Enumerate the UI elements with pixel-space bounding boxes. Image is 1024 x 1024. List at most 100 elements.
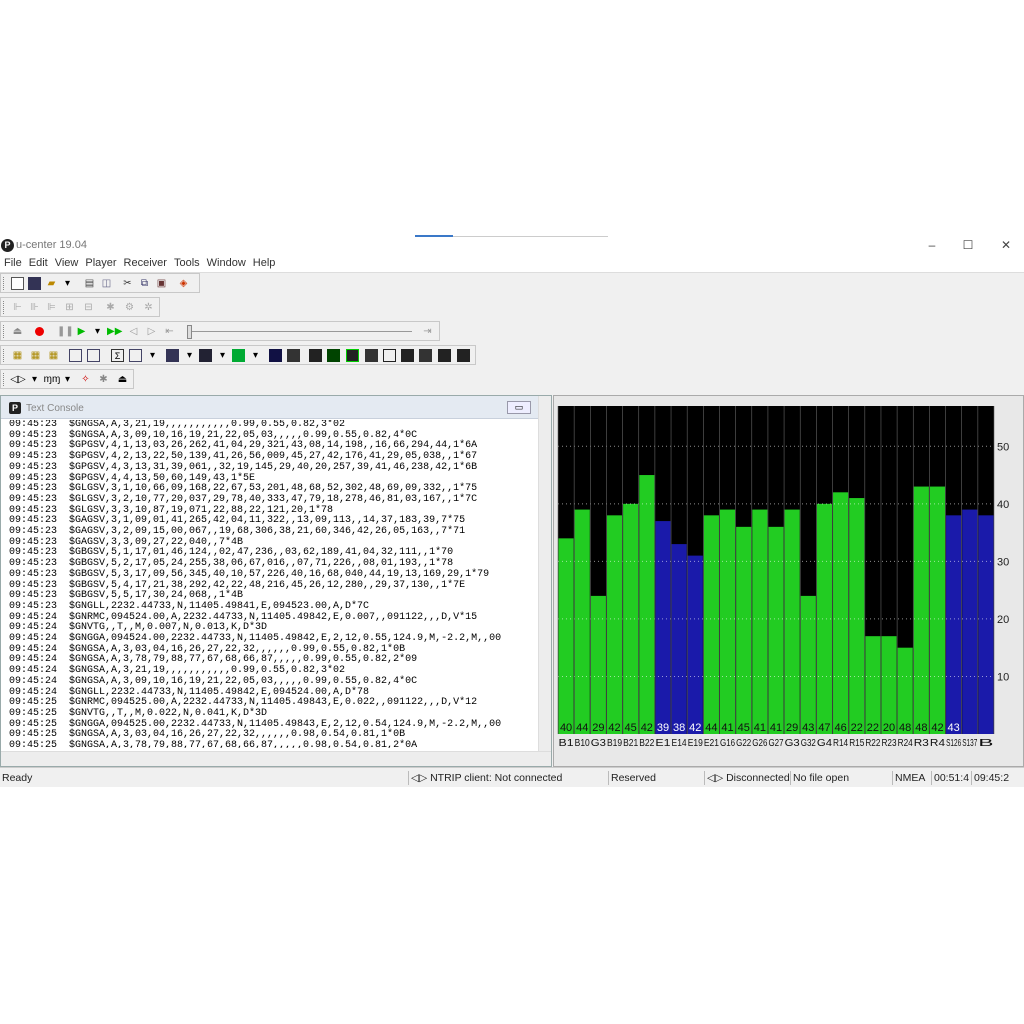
maximize-button[interactable]: ☐ xyxy=(958,237,978,253)
connect-icon[interactable]: ✱ xyxy=(97,373,110,386)
signal-bar-G32[interactable] xyxy=(800,595,816,734)
poll-icon[interactable]: ⊪ xyxy=(28,301,41,314)
signal-bar-G27[interactable] xyxy=(768,526,784,734)
menu-window[interactable]: Window xyxy=(204,255,249,272)
paste-icon[interactable]: ▣ xyxy=(155,277,168,290)
table-view-icon[interactable] xyxy=(129,349,142,362)
map-view-icon[interactable] xyxy=(166,349,179,362)
tracking-icon[interactable] xyxy=(365,349,378,362)
map-dropdown-icon[interactable]: ▾ xyxy=(183,349,196,362)
port-dropdown-icon[interactable]: ▾ xyxy=(28,373,41,386)
chart-dropdown-icon[interactable]: ▾ xyxy=(216,349,229,362)
camera-view-icon[interactable] xyxy=(401,349,414,362)
signal-bar-E14[interactable] xyxy=(671,544,687,734)
nmea-text-output[interactable]: 09:45:23 $GNGSA,A,3,21,19,,,,,,,,,,,0.99… xyxy=(9,420,539,748)
signal-bar-R23[interactable] xyxy=(881,636,897,734)
signal-bar-R15[interactable] xyxy=(849,498,865,734)
signal-bar-G22[interactable] xyxy=(736,526,752,734)
signal-bar-B19[interactable] xyxy=(606,515,623,734)
console-minimize-button[interactable]: ▭ xyxy=(507,401,531,414)
playback-slider-handle[interactable] xyxy=(187,325,192,339)
copy-icon[interactable]: ⧉ xyxy=(138,277,151,290)
signal-bar-E1[interactable] xyxy=(655,521,671,734)
open-folder-icon[interactable]: ▰ xyxy=(45,277,58,290)
message-view-icon[interactable]: ⊩ xyxy=(11,301,24,314)
menu-player[interactable]: Player xyxy=(82,255,119,272)
signal-bar-R14[interactable] xyxy=(833,492,849,734)
new-file-icon[interactable] xyxy=(11,277,24,290)
config-icon[interactable]: ⊫ xyxy=(45,301,58,314)
compass-view-icon[interactable] xyxy=(287,349,300,362)
signal-bar-G26[interactable] xyxy=(752,509,768,734)
signal-bar-S137[interactable] xyxy=(962,509,978,734)
eject-icon[interactable]: ⏏ xyxy=(11,325,24,338)
time-view-icon[interactable] xyxy=(438,349,451,362)
histogram-dropdown-icon[interactable]: ▾ xyxy=(249,349,262,362)
settings-icon[interactable]: ✲ xyxy=(142,301,155,314)
close-button[interactable]: ✕ xyxy=(996,237,1016,253)
console-vertical-scrollbar[interactable] xyxy=(538,396,551,766)
signal-bar-E21[interactable] xyxy=(703,515,719,734)
table-dropdown-icon[interactable]: ▾ xyxy=(146,349,159,362)
menu-view[interactable]: View xyxy=(52,255,82,272)
signal-bar-R3[interactable] xyxy=(913,486,929,734)
print-icon[interactable]: ▤ xyxy=(83,277,96,290)
statistics-icon[interactable]: Σ xyxy=(111,349,124,362)
signal-bar-G3[interactable] xyxy=(590,595,606,734)
voyager-icon[interactable] xyxy=(457,349,470,362)
signal-view-icon[interactable] xyxy=(327,349,340,362)
grid-config-icon[interactable]: ⊞ xyxy=(63,301,76,314)
console-horizontal-scrollbar[interactable] xyxy=(1,751,551,766)
binary-view-icon[interactable] xyxy=(87,349,100,362)
save-icon[interactable] xyxy=(28,277,41,290)
record-icon[interactable] xyxy=(35,327,44,336)
packet-view-icon[interactable] xyxy=(69,349,82,362)
menu-file[interactable]: File xyxy=(1,255,25,272)
com-port-icon[interactable]: ◁▷ xyxy=(10,373,26,386)
signal-bar-G4[interactable] xyxy=(816,503,833,734)
signal-bar-S126[interactable] xyxy=(946,515,962,734)
gear-icon[interactable]: ⚙ xyxy=(123,301,136,314)
signal-bar-E19[interactable] xyxy=(687,555,703,734)
rewind-icon[interactable]: ⇤ xyxy=(163,325,176,338)
dropdown-arrow-icon[interactable]: ▾ xyxy=(61,277,74,290)
satellite-level-icon[interactable] xyxy=(346,349,359,362)
doc-list-icon[interactable]: ▦ xyxy=(29,349,42,362)
autobaud-icon[interactable]: ✧ xyxy=(79,373,92,386)
pause-icon[interactable]: ❚❚ xyxy=(57,325,74,338)
tools-icon[interactable]: ✱ xyxy=(104,301,117,314)
signal-bar-R4[interactable] xyxy=(929,486,946,734)
signal-bar-G16[interactable] xyxy=(719,509,736,734)
playback-slider[interactable] xyxy=(187,331,412,332)
menu-edit[interactable]: Edit xyxy=(26,255,51,272)
menu-tools[interactable]: Tools xyxy=(171,255,203,272)
debug-icon[interactable]: ◈ xyxy=(177,277,190,290)
grid-poll-icon[interactable]: ⊟ xyxy=(82,301,95,314)
signal-bar-B22[interactable] xyxy=(639,475,655,734)
signal-bar-G3[interactable] xyxy=(784,509,800,734)
print-preview-icon[interactable]: ◫ xyxy=(100,277,113,290)
play-icon[interactable]: ▶ xyxy=(75,325,88,338)
doc-table-icon[interactable]: ▦ xyxy=(47,349,60,362)
disconnect-icon[interactable]: ⏏ xyxy=(116,373,129,386)
signal-bar-B[interactable] xyxy=(978,515,994,734)
baudrate-icon[interactable]: ɱɱ xyxy=(43,373,61,386)
doc-view-icon[interactable]: ▦ xyxy=(11,349,24,362)
baudrate-dropdown-icon[interactable]: ▾ xyxy=(61,373,74,386)
histogram-view-icon[interactable] xyxy=(232,349,245,362)
signal-bar-B1[interactable] xyxy=(558,538,574,734)
menu-help[interactable]: Help xyxy=(250,255,279,272)
data-view-icon[interactable] xyxy=(383,349,396,362)
step-back-icon[interactable]: ◁ xyxy=(127,325,140,338)
fast-forward-icon[interactable]: ▶▶ xyxy=(107,325,122,338)
sky-view-icon[interactable] xyxy=(269,349,282,362)
play-dropdown-icon[interactable]: ▾ xyxy=(91,325,104,338)
cut-icon[interactable]: ✂ xyxy=(121,277,134,290)
deviation-map-icon[interactable] xyxy=(309,349,322,362)
clock-view-icon[interactable] xyxy=(419,349,432,362)
signal-bar-R22[interactable] xyxy=(865,636,881,734)
chart-view-icon[interactable] xyxy=(199,349,212,362)
signal-bar-B10[interactable] xyxy=(574,509,590,734)
step-forward-icon[interactable]: ▷ xyxy=(145,325,158,338)
menu-receiver[interactable]: Receiver xyxy=(121,255,170,272)
